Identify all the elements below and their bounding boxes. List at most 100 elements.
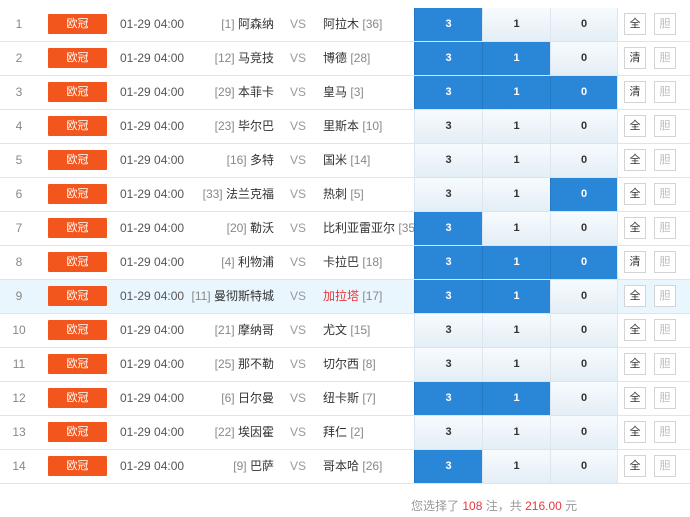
banker-button[interactable]: 胆 — [654, 183, 676, 205]
select-all-button[interactable]: 全 — [624, 217, 646, 239]
match-time: 01-29 04:00 — [120, 119, 185, 133]
league-badge[interactable]: 欧冠 — [48, 116, 107, 136]
home-team-name: 曼彻斯特城 — [213, 289, 274, 303]
odds-draw-button[interactable]: 1 — [482, 416, 550, 449]
odds-win-button[interactable]: 3 — [414, 76, 482, 109]
odds-win-button[interactable]: 3 — [414, 382, 482, 415]
banker-button[interactable]: 胆 — [654, 81, 676, 103]
odds-win-button[interactable]: 3 — [414, 280, 482, 313]
select-all-button[interactable]: 清 — [624, 251, 646, 273]
banker-button[interactable]: 胆 — [654, 149, 676, 171]
vs-label: VS — [289, 17, 306, 31]
odds-win-button[interactable]: 3 — [414, 416, 482, 449]
select-all-button[interactable]: 全 — [624, 115, 646, 137]
league-badge[interactable]: 欧冠 — [48, 422, 107, 442]
select-all-button[interactable]: 清 — [624, 81, 646, 103]
odds-draw-button[interactable]: 1 — [482, 314, 550, 347]
banker-button[interactable]: 胆 — [654, 455, 676, 477]
odds-lose-button[interactable]: 0 — [550, 42, 618, 75]
odds-win-button[interactable]: 3 — [414, 212, 482, 245]
summary-mid: 注，共 — [485, 499, 522, 513]
league-badge[interactable]: 欧冠 — [48, 184, 107, 204]
banker-button[interactable]: 胆 — [654, 13, 676, 35]
select-all-button[interactable]: 全 — [624, 183, 646, 205]
odds-draw-button[interactable]: 1 — [482, 382, 550, 415]
odds-win-button[interactable]: 3 — [414, 8, 482, 41]
select-all-button[interactable]: 全 — [624, 353, 646, 375]
odds-draw-button[interactable]: 1 — [482, 110, 550, 143]
odds-lose-button[interactable]: 0 — [550, 110, 618, 143]
odds-win-button[interactable]: 3 — [414, 42, 482, 75]
banker-button[interactable]: 胆 — [654, 217, 676, 239]
home-team: [21] 摩纳哥 — [190, 314, 274, 347]
odds-draw-button[interactable]: 1 — [482, 8, 550, 41]
away-rank: [14] — [350, 153, 371, 167]
odds-win-button[interactable]: 3 — [414, 348, 482, 381]
home-team: [4] 利物浦 — [190, 246, 274, 279]
odds-draw-button[interactable]: 1 — [482, 42, 550, 75]
match-time: 01-29 04:00 — [120, 51, 185, 65]
odds-win-button[interactable]: 3 — [414, 314, 482, 347]
league-badge[interactable]: 欧冠 — [48, 354, 107, 374]
banker-button[interactable]: 胆 — [654, 319, 676, 341]
select-all-button[interactable]: 全 — [624, 285, 646, 307]
odds-lose-button[interactable]: 0 — [550, 348, 618, 381]
odds-lose-button[interactable]: 0 — [550, 144, 618, 177]
home-rank: [25] — [214, 357, 235, 371]
away-rank: [35] — [398, 221, 415, 235]
select-all-button[interactable]: 全 — [624, 319, 646, 341]
odds-lose-button[interactable]: 0 — [550, 314, 618, 347]
odds-lose-button[interactable]: 0 — [550, 178, 618, 211]
row-index: 8 — [15, 255, 23, 269]
select-all-button[interactable]: 全 — [624, 421, 646, 443]
odds-lose-button[interactable]: 0 — [550, 246, 618, 279]
odds-draw-button[interactable]: 1 — [482, 144, 550, 177]
banker-button[interactable]: 胆 — [654, 47, 676, 69]
odds-draw-button[interactable]: 1 — [482, 246, 550, 279]
banker-button[interactable]: 胆 — [654, 115, 676, 137]
odds-win-button[interactable]: 3 — [414, 246, 482, 279]
league-badge[interactable]: 欧冠 — [48, 456, 107, 476]
select-all-button[interactable]: 全 — [624, 149, 646, 171]
row-index: 6 — [15, 187, 23, 201]
odds-draw-button[interactable]: 1 — [482, 348, 550, 381]
odds-win-button[interactable]: 3 — [414, 450, 482, 483]
odds-draw-button[interactable]: 1 — [482, 76, 550, 109]
select-all-button[interactable]: 清 — [624, 47, 646, 69]
league-badge[interactable]: 欧冠 — [48, 320, 107, 340]
odds-lose-button[interactable]: 0 — [550, 280, 618, 313]
select-all-button[interactable]: 全 — [624, 387, 646, 409]
home-rank: [29] — [214, 85, 235, 99]
odds-lose-button[interactable]: 0 — [550, 416, 618, 449]
banker-button[interactable]: 胆 — [654, 285, 676, 307]
select-all-button[interactable]: 全 — [624, 455, 646, 477]
league-badge[interactable]: 欧冠 — [48, 218, 107, 238]
league-badge[interactable]: 欧冠 — [48, 252, 107, 272]
league-badge[interactable]: 欧冠 — [48, 82, 107, 102]
away-rank: [3] — [350, 85, 364, 99]
odds-draw-button[interactable]: 1 — [482, 450, 550, 483]
league-badge[interactable]: 欧冠 — [48, 150, 107, 170]
odds-lose-button[interactable]: 0 — [550, 8, 618, 41]
odds-lose-button[interactable]: 0 — [550, 76, 618, 109]
odds-draw-button[interactable]: 1 — [482, 178, 550, 211]
banker-button[interactable]: 胆 — [654, 387, 676, 409]
select-all-button[interactable]: 全 — [624, 13, 646, 35]
home-team: [29] 本菲卡 — [190, 76, 274, 109]
odds-win-button[interactable]: 3 — [414, 178, 482, 211]
banker-button[interactable]: 胆 — [654, 251, 676, 273]
odds-lose-button[interactable]: 0 — [550, 450, 618, 483]
odds-win-button[interactable]: 3 — [414, 144, 482, 177]
league-badge[interactable]: 欧冠 — [48, 14, 107, 34]
banker-button[interactable]: 胆 — [654, 421, 676, 443]
odds-draw-button[interactable]: 1 — [482, 212, 550, 245]
league-badge[interactable]: 欧冠 — [48, 48, 107, 68]
banker-button[interactable]: 胆 — [654, 353, 676, 375]
league-badge[interactable]: 欧冠 — [48, 286, 107, 306]
league-badge[interactable]: 欧冠 — [48, 388, 107, 408]
odds-win-button[interactable]: 3 — [414, 110, 482, 143]
odds-lose-button[interactable]: 0 — [550, 212, 618, 245]
away-team: 国米 [14] — [323, 144, 415, 177]
odds-draw-button[interactable]: 1 — [482, 280, 550, 313]
odds-lose-button[interactable]: 0 — [550, 382, 618, 415]
